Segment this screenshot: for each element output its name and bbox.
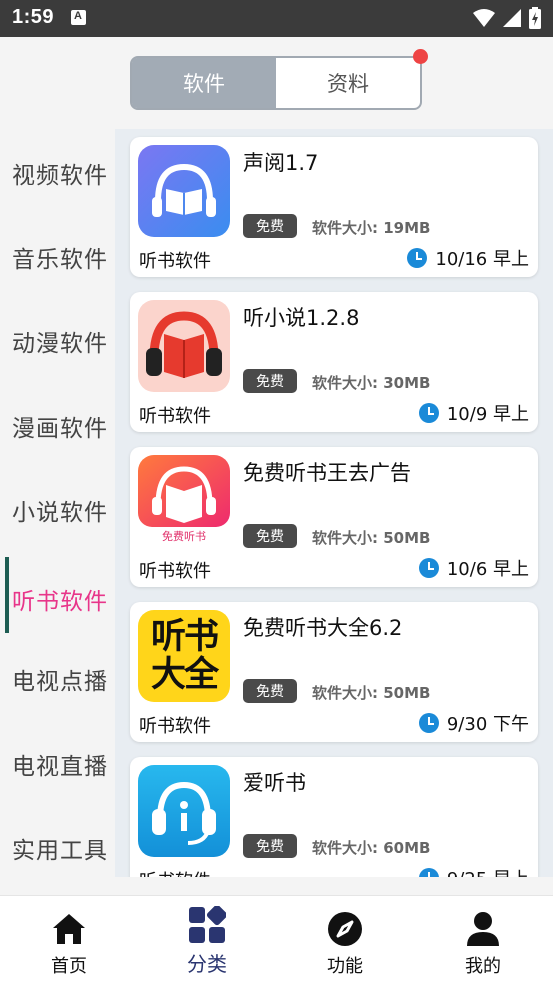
sidebar-item-tv-vod[interactable]: 电视点播 [0, 637, 120, 721]
app-date: 10/16 早上 [407, 245, 529, 271]
list-item: 免费听书 免费听书王去广告 免费 软件大小: 50MB 听书软件 10/6 早上 [115, 439, 553, 594]
app-card[interactable]: 声阅1.7 免费 软件大小: 19MB 听书软件 10/16 早上 [130, 137, 538, 277]
bottom-nav: 首页 分类 功能 我的 [0, 895, 553, 984]
category-icon [188, 906, 226, 944]
nav-features-label: 功能 [327, 956, 363, 977]
status-bar: 1:59 [0, 0, 553, 37]
nav-profile-label: 我的 [465, 956, 501, 977]
app-size: 软件大小: 30MB [312, 374, 431, 392]
app-category: 听书软件 [139, 406, 211, 427]
category-sidebar: 视频软件 音乐软件 动漫软件 漫画软件 小说软件 听书软件 电视点播 电视直播 … [0, 129, 120, 895]
app-category: 听书软件 [139, 867, 211, 877]
clock-icon [418, 713, 439, 733]
nav-home[interactable]: 首页 [0, 896, 138, 984]
book-headphones-icon [138, 145, 230, 237]
clock-icon [418, 558, 439, 578]
sidebar-item-anime[interactable]: 动漫软件 [0, 299, 120, 383]
app-date-text: 9/30 下午 [446, 714, 529, 735]
list-item: 声阅1.7 免费 软件大小: 19MB 听书软件 10/16 早上 [115, 129, 553, 284]
app-size: 软件大小: 60MB [312, 839, 431, 857]
sidebar-item-music[interactable]: 音乐软件 [0, 215, 120, 299]
free-badge: 免费 [243, 679, 297, 703]
free-listen-book-icon: 免费听书 [138, 455, 230, 547]
nav-home-label: 首页 [51, 956, 87, 977]
clock-icon [418, 403, 439, 423]
sidebar-item-tv-live[interactable]: 电视直播 [0, 722, 120, 806]
icon-caption: 听书大全 [150, 617, 219, 695]
segment-header: 软件 资料 [0, 37, 553, 129]
nav-profile[interactable]: 我的 [414, 896, 552, 984]
app-date-text: 10/9 早上 [446, 404, 529, 425]
free-badge: 免费 [243, 524, 297, 548]
app-date: 9/30 下午 [418, 710, 529, 736]
sidebar-item-video[interactable]: 视频软件 [0, 131, 120, 215]
home-icon [50, 910, 88, 948]
clock-icon [418, 868, 439, 877]
sidebar-item-novels[interactable]: 小说软件 [0, 468, 120, 552]
notification-dot [413, 49, 428, 64]
app-category: 听书软件 [139, 561, 211, 582]
app-title: 爱听书 [243, 771, 306, 795]
app-date-text: 10/6 早上 [446, 559, 529, 580]
app-date: 9/25 早上 [418, 865, 529, 877]
sidebar-item-audiobooks[interactable]: 听书软件 [0, 557, 120, 641]
tab-materials[interactable]: 资料 [276, 58, 420, 108]
app-title: 免费听书大全6.2 [243, 616, 403, 640]
notification-icon [71, 10, 86, 25]
app-title: 免费听书王去广告 [243, 461, 411, 485]
app-card[interactable]: 听小说1.2.8 免费 软件大小: 30MB 听书软件 10/9 早上 [130, 292, 538, 432]
app-card[interactable]: 免费听书 免费听书王去广告 免费 软件大小: 50MB 听书软件 10/6 早上 [130, 447, 538, 587]
app-size: 软件大小: 50MB [312, 684, 431, 702]
app-date-text: 9/25 早上 [447, 865, 529, 877]
status-time: 1:59 [12, 6, 55, 28]
user-icon [464, 910, 502, 948]
sidebar-item-comics[interactable]: 漫画软件 [0, 384, 120, 468]
app-list: 声阅1.7 免费 软件大小: 19MB 听书软件 10/16 早上 听小说1.2… [115, 129, 553, 877]
tingshu-daquan-icon: 听书大全 [138, 610, 230, 702]
signal-icon [503, 9, 521, 27]
headset-i-icon [138, 765, 230, 857]
list-item: 听书大全 免费听书大全6.2 免费 软件大小: 50MB 听书软件 9/30 下… [115, 594, 553, 749]
app-size: 软件大小: 50MB [312, 529, 431, 547]
list-item: 听小说1.2.8 免费 软件大小: 30MB 听书软件 10/9 早上 [115, 284, 553, 439]
app-category: 听书软件 [139, 251, 211, 272]
status-icons [473, 7, 541, 29]
free-badge: 免费 [243, 369, 297, 393]
app-size: 软件大小: 19MB [312, 219, 431, 237]
icon-caption: 免费听书 [162, 530, 206, 543]
app-date: 10/9 早上 [418, 400, 529, 426]
nav-features[interactable]: 功能 [276, 896, 414, 984]
compass-icon [326, 910, 364, 948]
app-title: 声阅1.7 [243, 151, 319, 175]
free-badge: 免费 [243, 214, 297, 238]
nav-category[interactable]: 分类 [138, 896, 276, 984]
clock-icon [407, 248, 428, 268]
free-badge: 免费 [243, 834, 297, 858]
red-headphones-book-icon [138, 300, 230, 392]
battery-icon [529, 7, 541, 29]
app-card[interactable]: 爱听书 免费 软件大小: 60MB 听书软件 9/25 早上 [130, 757, 538, 877]
nav-category-label: 分类 [187, 952, 227, 976]
wifi-icon [473, 9, 495, 27]
app-title: 听小说1.2.8 [243, 306, 360, 330]
app-category: 听书软件 [139, 716, 211, 737]
sidebar-item-tools[interactable]: 实用工具 [0, 806, 120, 890]
segment-control: 软件 资料 [130, 49, 428, 110]
tab-software[interactable]: 软件 [132, 58, 276, 108]
app-date: 10/6 早上 [418, 555, 529, 581]
app-card[interactable]: 听书大全 免费听书大全6.2 免费 软件大小: 50MB 听书软件 9/30 下… [130, 602, 538, 742]
app-date-text: 10/16 早上 [435, 249, 529, 270]
list-item: 爱听书 免费 软件大小: 60MB 听书软件 9/25 早上 [115, 749, 553, 877]
